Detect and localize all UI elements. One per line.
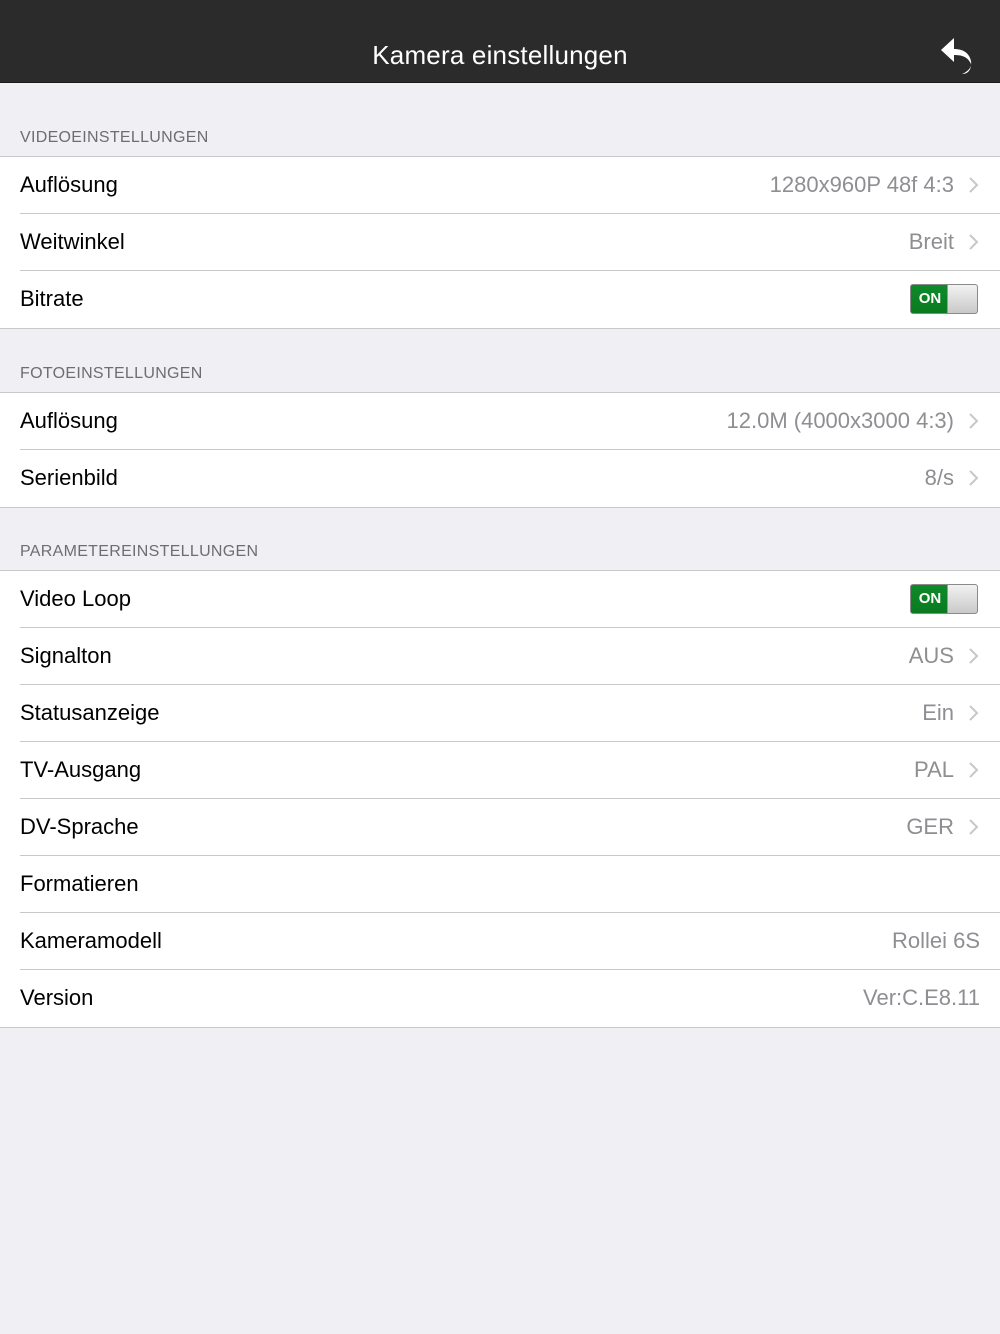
- row-label: Statusanzeige: [20, 700, 160, 725]
- row-status-indicator[interactable]: Statusanzeige Ein: [0, 684, 1000, 742]
- row-value: Breit: [908, 229, 954, 254]
- back-button[interactable]: [938, 34, 978, 74]
- row-label: Auflösung: [20, 172, 118, 197]
- toggle-label: ON: [918, 290, 942, 307]
- row-label: Bitrate: [20, 286, 84, 311]
- row-camera-model: Kameramodell Rollei 6S: [0, 912, 1000, 970]
- row-wide-angle[interactable]: Weitwinkel Breit: [0, 213, 1000, 271]
- chevron-right-icon: [969, 705, 979, 721]
- navigation-bar: Kamera einstellungen: [0, 0, 1000, 83]
- row-tv-output[interactable]: TV-Ausgang PAL: [0, 741, 1000, 799]
- photo-settings-group: Auflösung 12.0M (4000x3000 4:3) Serienbi…: [0, 392, 1000, 508]
- row-video-resolution[interactable]: Auflösung 1280x960P 48f 4:3: [0, 157, 1000, 214]
- row-value: AUS: [908, 643, 954, 668]
- row-label: DV-Sprache: [20, 814, 139, 839]
- row-beep[interactable]: Signalton AUS: [0, 627, 1000, 685]
- row-label: Video Loop: [20, 586, 131, 611]
- video-settings-group: Auflösung 1280x960P 48f 4:3 Weitwinkel B…: [0, 156, 1000, 329]
- row-value: 12.0M (4000x3000 4:3): [726, 408, 955, 433]
- video-loop-toggle[interactable]: ON: [910, 584, 978, 614]
- section-header-photo: FOTOEINSTELLUNGEN: [20, 365, 203, 382]
- page-title: Kamera einstellungen: [372, 40, 628, 70]
- row-label: Auflösung: [20, 408, 118, 433]
- row-value: Ein: [922, 700, 954, 725]
- row-format[interactable]: Formatieren: [0, 855, 1000, 913]
- chevron-right-icon: [969, 413, 979, 429]
- toggle-knob: [947, 285, 977, 313]
- row-dv-language[interactable]: DV-Sprache GER: [0, 798, 1000, 856]
- row-value: GER: [906, 814, 954, 839]
- row-value: Rollei 6S: [891, 928, 980, 953]
- back-arrow-icon: [941, 38, 972, 74]
- row-label: Kameramodell: [20, 928, 162, 953]
- row-burst[interactable]: Serienbild 8/s: [0, 449, 1000, 507]
- row-label: Formatieren: [20, 871, 139, 896]
- row-label: Serienbild: [20, 465, 118, 490]
- row-label: Version: [20, 985, 94, 1010]
- row-value: 8/s: [924, 465, 954, 490]
- chevron-right-icon: [969, 234, 979, 250]
- parameter-settings-group: Video Loop ON Signalton AUS Statusanzeig…: [0, 570, 1000, 1028]
- section-header-params: PARAMETEREINSTELLUNGEN: [20, 543, 259, 560]
- row-value: 1280x960P 48f 4:3: [769, 172, 954, 197]
- row-photo-resolution[interactable]: Auflösung 12.0M (4000x3000 4:3): [0, 393, 1000, 450]
- chevron-right-icon: [969, 819, 979, 835]
- row-bitrate: Bitrate ON: [0, 270, 1000, 328]
- chevron-right-icon: [969, 177, 979, 193]
- row-version: Version Ver:C.E8.11: [0, 969, 1000, 1027]
- chevron-right-icon: [969, 470, 979, 486]
- section-header-video: VIDEOEINSTELLUNGEN: [20, 129, 209, 146]
- row-label: TV-Ausgang: [20, 757, 142, 782]
- row-label: Signalton: [20, 643, 112, 668]
- bitrate-toggle[interactable]: ON: [910, 284, 978, 314]
- row-value: PAL: [914, 757, 954, 782]
- toggle-label: ON: [918, 590, 942, 607]
- chevron-right-icon: [969, 762, 979, 778]
- row-video-loop: Video Loop ON: [0, 571, 1000, 628]
- toggle-knob: [947, 585, 977, 613]
- row-value: Ver:C.E8.11: [863, 985, 980, 1010]
- chevron-right-icon: [969, 648, 979, 664]
- row-label: Weitwinkel: [20, 229, 125, 254]
